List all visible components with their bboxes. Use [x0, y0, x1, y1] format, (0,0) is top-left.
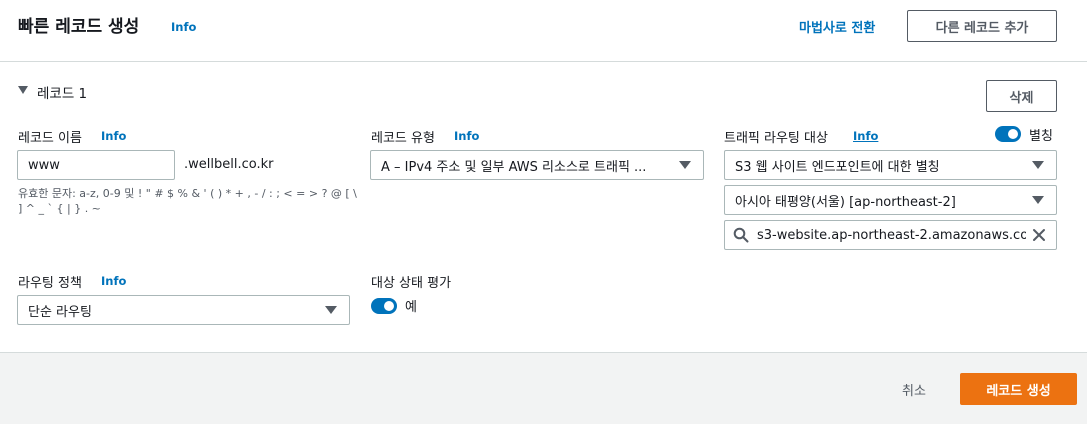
page-title: 빠른 레코드 생성	[18, 17, 140, 37]
region-select-value: 아시아 태평양(서울) [ap-northeast-2]	[735, 194, 956, 210]
header-divider	[0, 61, 1087, 62]
record-name-hint-line1: 유효한 문자: a-z, 0-9 및 ! " # $ % & ' ( ) * +…	[18, 187, 357, 200]
routing-target-label: 트래픽 라우팅 대상	[724, 131, 828, 146]
endpoint-search-input[interactable]: s3-website.ap-northeast-2.amazonaws.co	[724, 220, 1057, 250]
target-health-toggle[interactable]	[371, 298, 397, 314]
record-heading: 레코드 1	[37, 86, 88, 102]
switch-to-wizard-link[interactable]: 마법사로 전환	[799, 17, 875, 36]
endpoint-select[interactable]: S3 웹 사이트 엔드포인트에 대한 별칭	[724, 150, 1057, 180]
create-records-button[interactable]: 레코드 생성	[960, 373, 1077, 405]
toggle-knob	[1008, 129, 1018, 139]
routing-policy-select[interactable]: 단순 라우팅	[17, 295, 350, 325]
clear-icon[interactable]	[1032, 228, 1046, 242]
chevron-down-icon	[325, 306, 337, 314]
cancel-button[interactable]: 취소	[902, 380, 926, 399]
target-health-toggle-label: 예	[405, 300, 417, 315]
add-another-record-button[interactable]: 다른 레코드 추가	[907, 10, 1057, 42]
alias-label: 별칭	[1029, 129, 1053, 144]
record-name-input[interactable]: www	[17, 150, 175, 180]
record-type-value: A – IPv4 주소 및 일부 AWS 리소스로 트래픽 ...	[381, 159, 647, 175]
alias-toggle[interactable]	[995, 126, 1021, 142]
target-health-label: 대상 상태 평가	[371, 276, 452, 291]
delete-record-button[interactable]: 삭제	[986, 80, 1057, 112]
record-type-label: 레코드 유형	[371, 131, 435, 146]
chevron-down-icon	[1032, 196, 1044, 204]
endpoint-search-value: s3-website.ap-northeast-2.amazonaws.co	[757, 227, 1026, 243]
chevron-down-icon	[1032, 161, 1044, 169]
record-collapse-toggle[interactable]	[18, 86, 28, 94]
caret-down-icon	[18, 86, 28, 94]
record-type-select[interactable]: A – IPv4 주소 및 일부 AWS 리소스로 트래픽 ...	[370, 150, 704, 180]
routing-policy-label: 라우팅 정책	[18, 276, 82, 291]
record-name-value: www	[28, 157, 60, 173]
search-icon	[733, 227, 749, 243]
title-info-link[interactable]: Info	[171, 20, 196, 34]
routing-policy-value: 단순 라우팅	[28, 304, 92, 320]
endpoint-select-value: S3 웹 사이트 엔드포인트에 대한 별칭	[735, 159, 940, 175]
region-select[interactable]: 아시아 태평양(서울) [ap-northeast-2]	[724, 185, 1057, 215]
toggle-knob	[384, 301, 394, 311]
domain-suffix: .wellbell.co.kr	[184, 157, 274, 172]
record-name-hint-line2: ] ^ _ ` { | } . ~	[18, 202, 101, 215]
record-name-label: 레코드 이름	[18, 131, 82, 146]
routing-target-info-link[interactable]: Info	[853, 129, 878, 143]
record-name-info-link[interactable]: Info	[101, 129, 126, 143]
record-type-info-link[interactable]: Info	[454, 129, 479, 143]
routing-policy-info-link[interactable]: Info	[101, 274, 126, 288]
chevron-down-icon	[679, 161, 691, 169]
